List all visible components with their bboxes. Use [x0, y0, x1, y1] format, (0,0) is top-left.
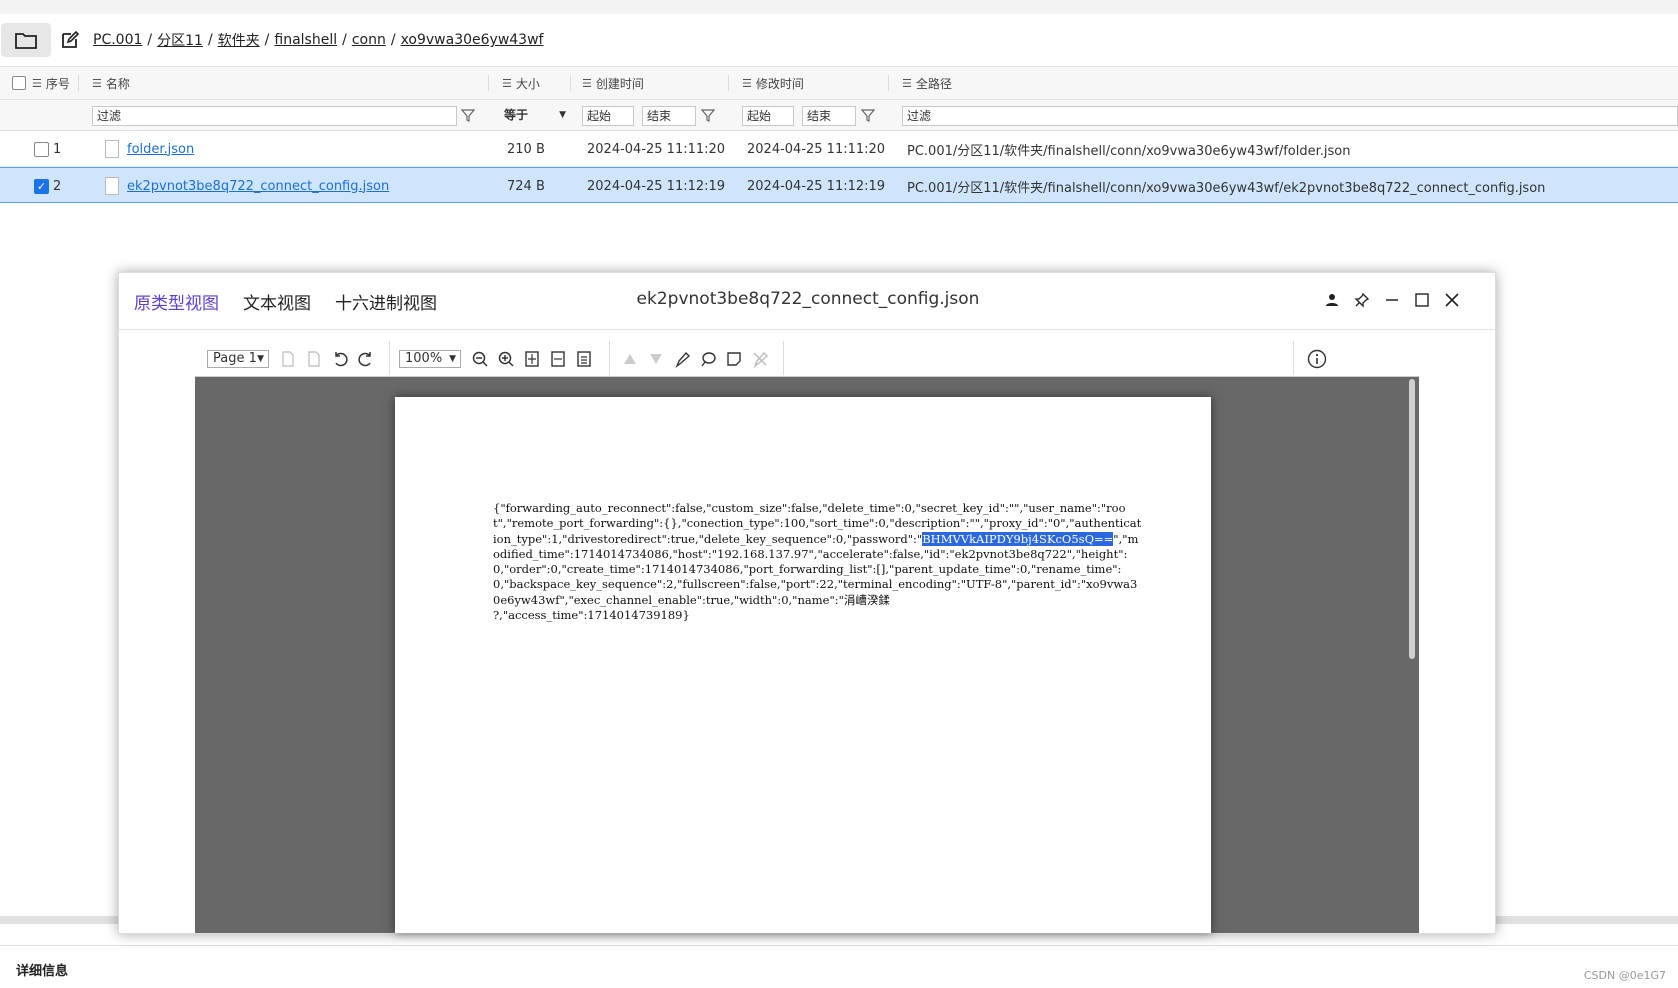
close-icon[interactable] — [1441, 289, 1463, 311]
breadcrumb-item[interactable]: 软件夹 — [218, 30, 260, 50]
comment-icon[interactable] — [699, 350, 717, 368]
modified-time: 2024-04-25 11:11:20 — [747, 141, 886, 157]
file-icon — [105, 177, 119, 195]
table-row[interactable]: 1 folder.json 210 B 2024-04-25 11:11:20 … — [0, 131, 1678, 167]
column-size[interactable]: ☰ 大小 — [502, 67, 540, 99]
edit-path-icon[interactable] — [57, 27, 83, 53]
dropdown-arrow-icon: ▼ — [257, 354, 264, 364]
dropdown-arrow-icon: ▼ — [449, 354, 456, 364]
created-time: 2024-04-25 11:12:19 — [587, 178, 726, 194]
created-time: 2024-04-25 11:11:20 — [587, 141, 726, 157]
file-name-link[interactable]: folder.json — [127, 142, 194, 157]
row-index: 2 — [53, 178, 62, 194]
table-header: ☰ 序号 ☰ 名称 ☰ 大小 ☰ 创建时间 ☰ 修改时间 ☰ 全路径 — [0, 66, 1678, 100]
column-modified[interactable]: ☰ 修改时间 — [742, 67, 804, 99]
file-name-link[interactable]: ek2pvnot3be8q722_connect_config.json — [127, 179, 389, 194]
modified-end-input[interactable]: 结束 — [802, 106, 856, 126]
row-index: 1 — [53, 141, 62, 157]
details-panel-title[interactable]: 详细信息 — [0, 945, 1678, 988]
column-created[interactable]: ☰ 创建时间 — [582, 67, 644, 99]
tab-native-view[interactable]: 原类型视图 — [134, 289, 219, 314]
top-strip — [0, 0, 1678, 14]
breadcrumb-item[interactable]: PC.001 — [93, 32, 142, 48]
dropdown-arrow-icon: ▼ — [559, 110, 566, 120]
previous-result-icon[interactable] — [621, 350, 639, 368]
fit-page-icon[interactable] — [523, 350, 541, 368]
selected-text: BHMVVkAIPDY9bj4SKcO5sQ== — [922, 531, 1114, 546]
sticky-note-icon[interactable] — [725, 350, 743, 368]
table-row[interactable]: ✓ 2 ek2pvnot3be8q722_connect_config.json… — [0, 167, 1678, 203]
created-start-input[interactable]: 起始 — [582, 106, 634, 126]
created-end-input[interactable]: 结束 — [642, 106, 696, 126]
menu-icon: ☰ — [502, 76, 512, 90]
info-icon[interactable] — [1307, 349, 1327, 369]
highlighter-icon[interactable] — [673, 350, 691, 368]
clear-annotations-icon[interactable] — [751, 350, 769, 368]
menu-icon: ☰ — [92, 76, 102, 90]
next-result-icon[interactable] — [647, 350, 665, 368]
modified-start-input[interactable]: 起始 — [742, 106, 794, 126]
minimize-icon[interactable] — [1381, 289, 1403, 311]
prev-page-icon[interactable] — [279, 350, 297, 368]
fit-width-icon[interactable] — [549, 350, 567, 368]
select-all-checkbox[interactable] — [12, 67, 26, 99]
page-layout-icon[interactable] — [575, 350, 593, 368]
filter-icon[interactable] — [860, 107, 876, 123]
maximize-icon[interactable] — [1411, 289, 1433, 311]
zoom-out-icon[interactable] — [471, 350, 489, 368]
file-icon — [105, 140, 119, 158]
pdf-viewer: Page 1▼ 100%▼ {"forwarding_auto_reconn — [195, 339, 1419, 933]
vertical-scrollbar[interactable] — [1409, 379, 1415, 659]
menu-icon: ☰ — [582, 76, 592, 90]
zoom-select[interactable]: 100% ▼ — [399, 350, 461, 368]
filter-row: 过滤 等于 ▼ 起始 结束 起始 结束 过滤 — [0, 100, 1678, 131]
next-page-icon[interactable] — [305, 350, 323, 368]
menu-icon: ☰ — [32, 76, 42, 90]
full-path: PC.001/分区11/软件夹/finalshell/conn/xo9vwa30… — [907, 180, 1546, 196]
column-index[interactable]: ☰ 序号 — [32, 67, 70, 99]
tab-hex-view[interactable]: 十六进制视图 — [335, 289, 437, 314]
column-path[interactable]: ☰ 全路径 — [902, 67, 952, 99]
user-icon[interactable] — [1321, 289, 1343, 311]
rotate-left-icon[interactable] — [331, 350, 349, 368]
breadcrumb-item[interactable]: conn — [352, 32, 386, 48]
row-checkbox[interactable]: ✓ — [34, 178, 49, 194]
file-preview-dialog: ek2pvnot3be8q722_connect_config.json 原类型… — [118, 272, 1497, 934]
menu-icon: ☰ — [742, 76, 752, 90]
breadcrumb-bar: PC.001/ 分区11/ 软件夹 / finalshell / conn / xo9… — [0, 22, 1678, 58]
filter-icon[interactable] — [460, 107, 476, 123]
document-page: {"forwarding_auto_reconnect":false,"cust… — [395, 397, 1211, 933]
size-operator-select[interactable]: 等于 ▼ — [500, 106, 568, 126]
path-filter-input[interactable]: 过滤 — [902, 106, 1678, 126]
row-checkbox[interactable] — [34, 141, 49, 157]
breadcrumb: PC.001/ 分区11/ 软件夹 / finalshell / conn / xo9… — [93, 30, 544, 50]
column-name[interactable]: ☰ 名称 — [92, 67, 130, 99]
file-size: 724 B — [507, 178, 545, 194]
view-tabs: 原类型视图 文本视图 十六进制视图 — [134, 289, 461, 314]
name-filter-input[interactable]: 过滤 — [92, 106, 457, 126]
rotate-right-icon[interactable] — [357, 350, 375, 368]
tab-text-view[interactable]: 文本视图 — [243, 289, 311, 314]
filter-icon[interactable] — [700, 107, 716, 123]
watermark: CSDN @0e1G7 — [1583, 969, 1666, 982]
pin-icon[interactable] — [1351, 289, 1373, 311]
modified-time: 2024-04-25 11:12:19 — [747, 178, 886, 194]
document-text: {"forwarding_auto_reconnect":false,"cust… — [493, 501, 1143, 623]
full-path: PC.001/分区11/软件夹/finalshell/conn/xo9vwa30… — [907, 143, 1351, 159]
viewer-toolbar: Page 1 ▼ 100% ▼ — [195, 339, 1419, 377]
breadcrumb-item[interactable]: 分区11 — [157, 30, 203, 50]
menu-icon: ☰ — [902, 76, 912, 90]
breadcrumb-item[interactable]: finalshell — [274, 32, 337, 48]
breadcrumb-item[interactable]: xo9vwa30e6yw43wf — [401, 32, 544, 48]
file-size: 210 B — [507, 141, 545, 157]
folder-icon[interactable] — [1, 23, 51, 57]
page-select[interactable]: Page 1 ▼ — [207, 350, 269, 368]
zoom-in-icon[interactable] — [497, 350, 515, 368]
